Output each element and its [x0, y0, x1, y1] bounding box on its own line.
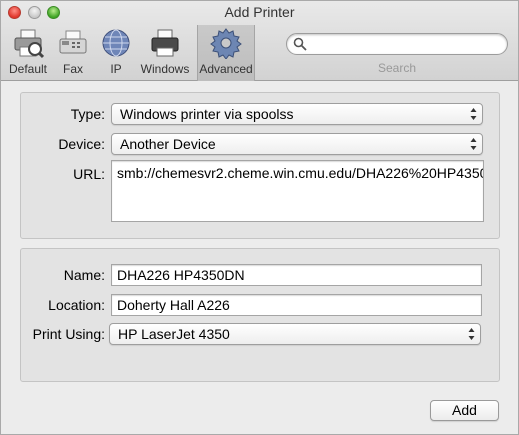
toolbar-advanced[interactable]: Advanced [197, 25, 255, 81]
search-field[interactable] [286, 33, 508, 55]
window-title: Add Printer [224, 4, 295, 20]
type-popup[interactable]: Windows printer via spoolss [111, 103, 483, 125]
toolbar-default[interactable]: Default [6, 27, 50, 77]
popup-arrows-icon [470, 108, 477, 120]
url-field[interactable]: smb://chemesvr2.cheme.win.cmu.edu/DHA226… [111, 160, 484, 222]
add-button[interactable]: Add [430, 400, 499, 421]
toolbar-fax[interactable]: Fax [55, 27, 91, 77]
ip-globe-icon [102, 29, 130, 57]
device-label: Device: [58, 136, 105, 152]
toolbar-ip[interactable]: IP [98, 27, 134, 77]
toolbar-default-label: Default [8, 62, 48, 76]
toolbar-windows-label: Windows [140, 62, 190, 76]
name-field[interactable]: DHA226 HP4350DN [111, 264, 482, 286]
search-label: Search [377, 61, 417, 75]
toolbar-ip-label: IP [110, 62, 122, 76]
default-printer-icon [14, 29, 44, 59]
popup-arrows-icon [468, 328, 475, 340]
advanced-gear-icon [210, 28, 242, 59]
device-value: Another Device [120, 136, 216, 152]
location-field[interactable]: Doherty Hall A226 [111, 294, 482, 316]
search-input[interactable] [311, 36, 501, 52]
print-using-value: HP LaserJet 4350 [118, 326, 230, 342]
title-toolbar: Add Printer Default Fax IP Windows Advan… [1, 1, 518, 81]
location-label: Location: [48, 297, 105, 313]
add-printer-window: Add Printer Default Fax IP Windows Advan… [0, 0, 519, 435]
device-popup[interactable]: Another Device [111, 133, 483, 155]
toolbar-windows[interactable]: Windows [140, 27, 190, 77]
print-using-popup[interactable]: HP LaserJet 4350 [109, 323, 481, 345]
type-value: Windows printer via spoolss [120, 106, 294, 122]
popup-arrows-icon [470, 138, 477, 150]
name-label: Name: [63, 267, 105, 283]
url-label: URL: [73, 166, 105, 182]
windows-printer-icon [151, 29, 179, 57]
type-label: Type: [70, 106, 105, 122]
search-icon [293, 37, 307, 51]
toolbar-advanced-label: Advanced [199, 62, 253, 76]
print-using-label: Print Using: [32, 326, 105, 342]
toolbar-fax-label: Fax [62, 62, 83, 76]
fax-icon [59, 30, 87, 54]
